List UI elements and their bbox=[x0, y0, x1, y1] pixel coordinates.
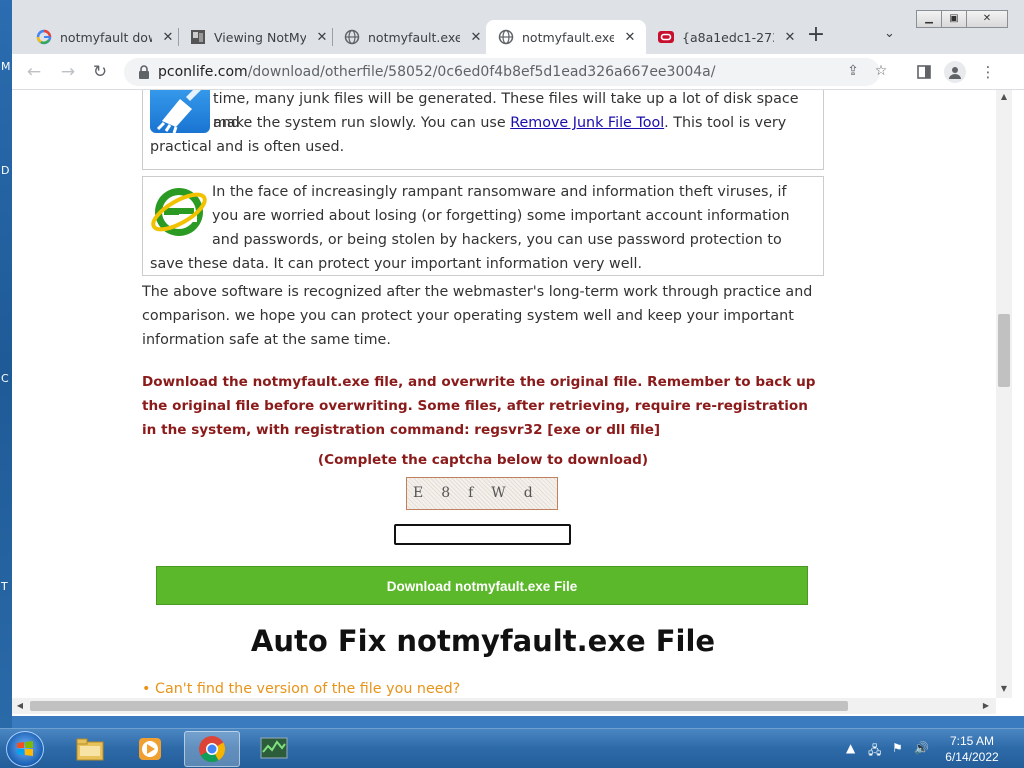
taskbar-chrome[interactable] bbox=[184, 731, 240, 767]
browser-toolbar: ← → ↻ pconlife.com/download/otherfile/58… bbox=[12, 54, 1024, 90]
tab-guid[interactable]: {a8a1edc1-2734- ✕ bbox=[646, 20, 798, 54]
desktop-icon-label: M bbox=[1, 60, 11, 73]
kebab-menu-icon[interactable]: ⋮ bbox=[976, 60, 1000, 84]
volume-icon[interactable]: 🔊 bbox=[914, 741, 929, 755]
cant-find-version-link[interactable]: • Can't find the version of the file you… bbox=[142, 681, 460, 697]
url-text: pconlife.com/download/otherfile/58052/0c… bbox=[158, 64, 715, 80]
task-manager-icon bbox=[260, 737, 288, 759]
start-button[interactable] bbox=[6, 731, 44, 767]
password-protection-box: In the face of increasingly rampant rans… bbox=[142, 176, 824, 276]
tab-title: notmyfault.exe D bbox=[522, 29, 614, 45]
tab-search-chevron-icon[interactable]: ⌄ bbox=[884, 26, 895, 41]
new-tab-button[interactable]: + bbox=[804, 24, 828, 48]
close-icon[interactable]: ✕ bbox=[622, 30, 638, 45]
close-icon[interactable]: ✕ bbox=[468, 30, 484, 45]
download-file-button[interactable]: Download notmyfault.exe File bbox=[156, 566, 808, 605]
back-arrow-icon[interactable]: ← bbox=[22, 60, 46, 84]
windows-taskbar: ▲ 🖧 ⚑ 🔊 7:15 AM 6/14/2022 bbox=[0, 728, 1024, 768]
share-icon[interactable]: ⇪ bbox=[844, 63, 862, 81]
junk-text-line3: practical and is often used. bbox=[150, 139, 345, 155]
system-clock[interactable]: 7:15 AM 6/14/2022 bbox=[930, 733, 1014, 765]
scroll-up-arrow-icon[interactable]: ▲ bbox=[996, 92, 1012, 101]
browser-window: notmyfault down ✕ Viewing NotMyF ✕ notmy… bbox=[12, 0, 1024, 716]
desktop-icon-label: C bbox=[1, 372, 9, 385]
tab-title: {a8a1edc1-2734- bbox=[682, 29, 774, 45]
tab-notmyfault-exe-f[interactable]: notmyfault.exe F ✕ bbox=[332, 20, 486, 54]
page-thumbnail-icon bbox=[190, 29, 206, 45]
close-icon[interactable]: ✕ bbox=[782, 30, 798, 45]
recognition-paragraph: The above software is recognized after t… bbox=[142, 284, 813, 348]
junk-tool-box: time, many junk files will be generated.… bbox=[142, 90, 824, 170]
close-window-button[interactable]: ✕ bbox=[966, 10, 1008, 28]
folder-icon bbox=[76, 738, 104, 761]
action-center-flag-icon[interactable]: ⚑ bbox=[892, 741, 903, 755]
windows-logo-icon bbox=[17, 741, 33, 756]
url-path: /download/otherfile/58052/0c6ed0f4b8ef5d… bbox=[247, 64, 716, 80]
taskbar-task-manager[interactable] bbox=[246, 731, 302, 767]
captcha-image: E8fWd bbox=[406, 477, 558, 510]
desktop-icon-label: T bbox=[1, 580, 8, 593]
tab-title: Viewing NotMyF bbox=[214, 29, 306, 45]
vertical-scroll-thumb[interactable] bbox=[998, 314, 1010, 387]
show-hidden-icons-icon[interactable]: ▲ bbox=[846, 741, 855, 755]
globe-icon bbox=[344, 29, 360, 45]
side-panel-icon[interactable] bbox=[912, 60, 936, 84]
horizontal-scrollbar[interactable]: ◀ ▶ bbox=[12, 698, 996, 714]
clock-date: 6/14/2022 bbox=[945, 750, 999, 764]
desktop-icon-label: D bbox=[1, 164, 10, 177]
broom-cleaner-icon bbox=[150, 90, 210, 133]
clock-time: 7:15 AM bbox=[949, 734, 995, 748]
captcha-label: (Complete the captcha below to download) bbox=[317, 452, 649, 468]
chrome-icon bbox=[199, 736, 226, 763]
media-player-icon bbox=[139, 738, 161, 760]
desktop-background: M D C T bbox=[0, 0, 12, 730]
horizontal-scroll-thumb[interactable] bbox=[30, 701, 848, 711]
page-viewport: time, many junk files will be generated.… bbox=[12, 90, 996, 698]
download-instructions: Download the notmyfault.exe file, and ov… bbox=[142, 374, 816, 438]
address-bar[interactable]: pconlife.com/download/otherfile/58052/0c… bbox=[124, 58, 887, 86]
network-icon[interactable]: 🖧 bbox=[868, 741, 881, 762]
scroll-right-arrow-icon[interactable]: ▶ bbox=[978, 701, 994, 710]
scroll-left-arrow-icon[interactable]: ◀ bbox=[12, 701, 28, 710]
remove-junk-file-tool-link[interactable]: Remove Junk File Tool bbox=[510, 115, 664, 131]
reload-icon[interactable]: ↻ bbox=[88, 60, 112, 84]
tab-title: notmyfault down bbox=[60, 29, 152, 45]
junk-text-after: . This tool is very bbox=[664, 115, 787, 131]
maximize-button[interactable]: ▣ bbox=[941, 10, 967, 28]
red-logo-icon bbox=[658, 29, 674, 45]
internet-explorer-icon bbox=[150, 180, 208, 244]
auto-fix-heading: Auto Fix notmyfault.exe File bbox=[250, 624, 716, 658]
lock-icon[interactable] bbox=[138, 65, 150, 79]
captcha-input[interactable] bbox=[394, 524, 571, 545]
vertical-scrollbar[interactable]: ▲ ▼ bbox=[996, 90, 1012, 698]
tab-viewing-notmyfault[interactable]: Viewing NotMyF ✕ bbox=[178, 20, 332, 54]
taskbar-media-player[interactable] bbox=[122, 731, 178, 767]
junk-text-line2: make the system run slowly. You can use … bbox=[213, 111, 823, 135]
junk-text-before: make the system run slowly. You can use bbox=[213, 115, 511, 131]
close-icon[interactable]: ✕ bbox=[160, 30, 176, 45]
taskbar-explorer[interactable] bbox=[62, 731, 118, 767]
bookmark-star-icon[interactable]: ☆ bbox=[872, 63, 890, 81]
forward-arrow-icon[interactable]: → bbox=[56, 60, 80, 84]
profile-avatar-icon[interactable] bbox=[944, 61, 966, 83]
google-icon bbox=[36, 29, 52, 45]
password-protection-text: In the face of increasingly rampant rans… bbox=[150, 184, 790, 272]
url-host: pconlife.com bbox=[158, 64, 248, 80]
tab-notmyfault-download[interactable]: notmyfault down ✕ bbox=[24, 20, 178, 54]
tab-title: notmyfault.exe F bbox=[368, 29, 460, 45]
tab-notmyfault-exe-d[interactable]: notmyfault.exe D ✕ bbox=[486, 20, 646, 54]
tab-strip: notmyfault down ✕ Viewing NotMyF ✕ notmy… bbox=[12, 0, 1024, 54]
close-icon[interactable]: ✕ bbox=[314, 30, 330, 45]
globe-icon bbox=[498, 29, 514, 45]
minimize-button[interactable]: ▁ bbox=[916, 10, 942, 28]
scroll-down-arrow-icon[interactable]: ▼ bbox=[996, 684, 1012, 693]
